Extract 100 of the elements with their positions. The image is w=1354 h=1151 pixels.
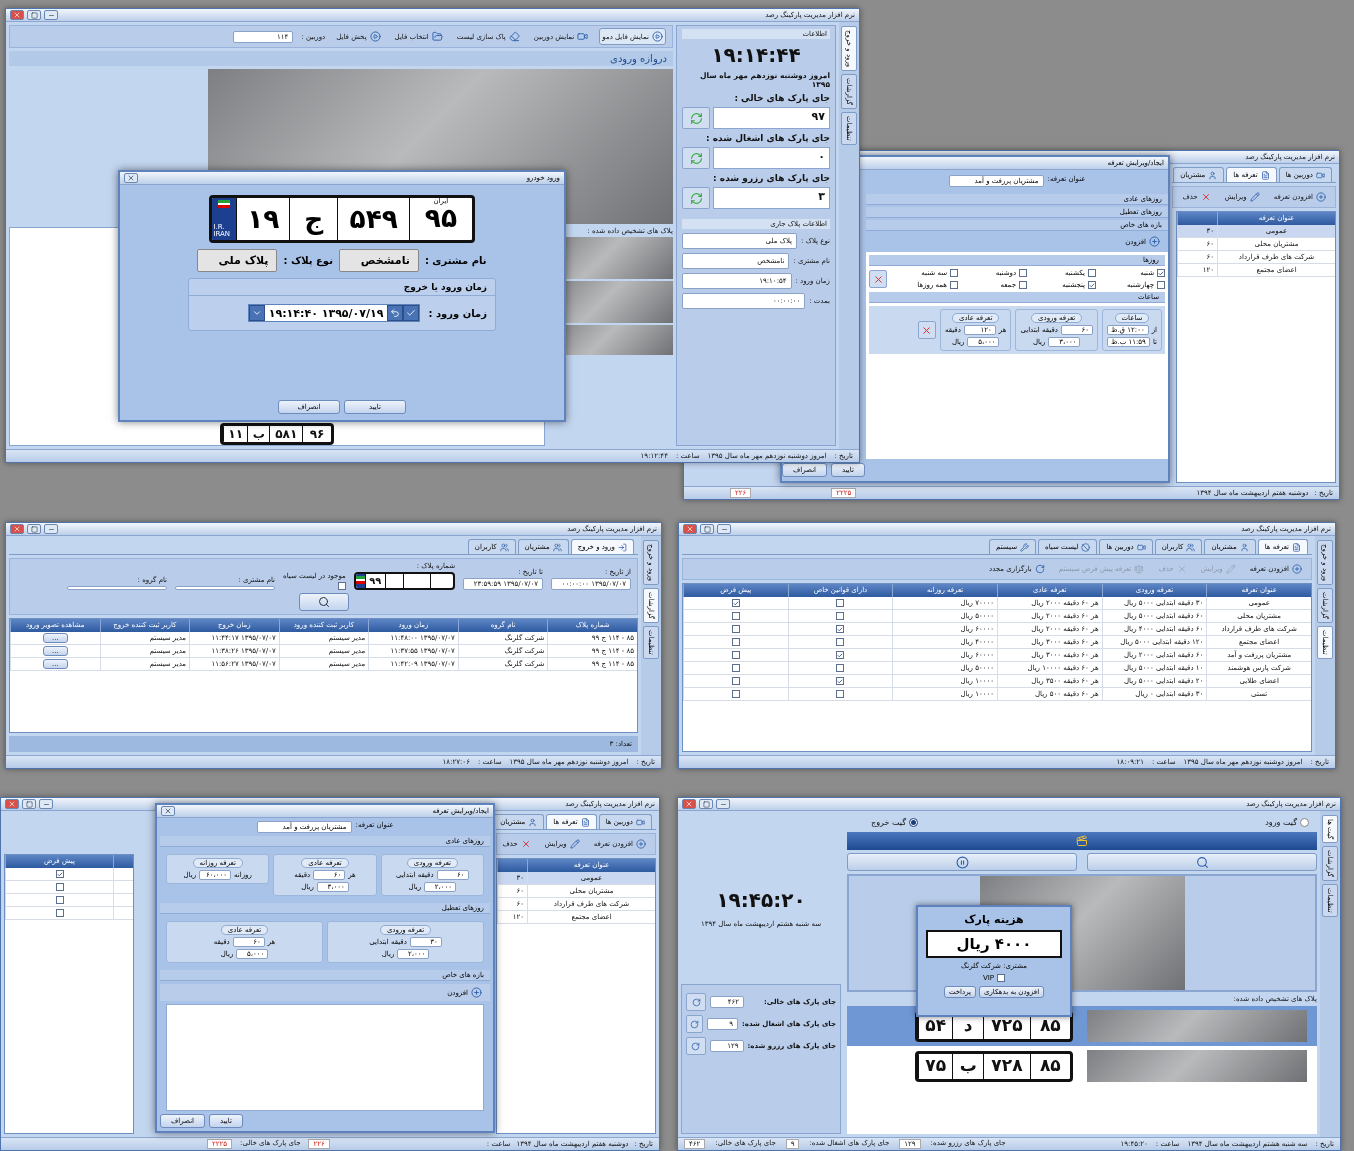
checkbox[interactable] xyxy=(731,625,740,633)
close-button[interactable] xyxy=(10,524,24,534)
tab-icon xyxy=(618,542,627,552)
delete-button[interactable] xyxy=(917,321,936,339)
section-header: زمان ورود یا خروج xyxy=(189,279,495,296)
field-label: زمان ورود : xyxy=(428,307,487,319)
eraser-icon xyxy=(508,31,520,42)
checkbox[interactable] xyxy=(731,612,740,620)
counter-value: ۰ xyxy=(713,147,830,169)
checkbox[interactable] xyxy=(731,664,740,672)
search-icon xyxy=(317,596,330,608)
pause-icon xyxy=(955,855,969,869)
close-button[interactable] xyxy=(682,799,696,809)
checkbox[interactable] xyxy=(836,612,845,620)
search-icon xyxy=(1195,855,1209,869)
checkbox[interactable] xyxy=(836,599,845,607)
tab-icon xyxy=(636,817,645,827)
tab-icon xyxy=(1260,170,1270,180)
minimize-button[interactable] xyxy=(39,799,53,809)
checkbox[interactable] xyxy=(731,599,740,607)
delete-icon xyxy=(520,839,531,849)
field-label: نوع پلاک : xyxy=(283,255,333,266)
checkbox[interactable] xyxy=(731,677,740,685)
checkbox[interactable] xyxy=(1157,281,1165,289)
radio-button[interactable] xyxy=(1300,818,1309,827)
maximize-button[interactable] xyxy=(27,10,41,20)
plate-letter: ب xyxy=(952,1053,984,1079)
checkbox[interactable] xyxy=(731,651,740,659)
refresh-icon xyxy=(691,1041,701,1051)
maximize-button[interactable] xyxy=(699,799,713,809)
refresh-icon xyxy=(691,997,701,1007)
checkbox[interactable] xyxy=(55,896,64,904)
search-button[interactable] xyxy=(298,593,349,611)
checkbox[interactable] xyxy=(1088,269,1096,277)
checkbox[interactable] xyxy=(997,974,1006,982)
close-button[interactable] xyxy=(10,10,24,20)
maximize-button[interactable] xyxy=(700,524,714,534)
minimize-button[interactable] xyxy=(44,524,58,534)
close-icon xyxy=(685,800,693,808)
checkbox[interactable] xyxy=(55,909,64,917)
counter-label: جای پارک های اشغال شده : xyxy=(705,133,830,143)
folder-icon xyxy=(431,31,443,42)
gate-header: دروازه ورودی xyxy=(9,51,673,66)
plate-digits: ۵۸۱ xyxy=(269,426,303,442)
checkbox[interactable] xyxy=(1019,281,1027,289)
datetime-picker[interactable]: ۱۳۹۵/۰۷/۱۹ ۱۹:۱۴:۴۰ xyxy=(247,304,421,322)
refresh-icon xyxy=(690,1019,700,1029)
plate-row[interactable]: ۵۴ د ۷۲۵ ۸۵ xyxy=(847,1006,1317,1046)
checkbox[interactable] xyxy=(1157,269,1165,277)
checkbox[interactable] xyxy=(55,870,64,878)
checkbox[interactable] xyxy=(836,651,845,659)
checkbox[interactable] xyxy=(836,677,845,685)
checkbox[interactable] xyxy=(950,269,958,277)
clapperboard-icon xyxy=(1076,835,1088,847)
maximize-icon xyxy=(30,11,38,19)
close-button[interactable] xyxy=(161,806,175,816)
minimize-button[interactable] xyxy=(44,10,58,20)
plate-type-field: پلاک ملی xyxy=(197,249,278,272)
maximize-button[interactable] xyxy=(27,524,41,534)
close-button[interactable] xyxy=(683,524,697,534)
checkbox[interactable] xyxy=(55,883,64,891)
minimize-button[interactable] xyxy=(716,799,730,809)
counter-label: جای پارک های رزرو شده : xyxy=(712,173,830,183)
close-button[interactable] xyxy=(124,173,138,183)
plate-digits: ۵۴۹ xyxy=(337,198,410,240)
checkbox[interactable] xyxy=(836,690,845,698)
text-field[interactable] xyxy=(67,586,168,590)
checkbox[interactable] xyxy=(337,582,346,590)
maximize-button[interactable] xyxy=(22,799,36,809)
checkbox[interactable] xyxy=(836,664,845,672)
close-icon xyxy=(164,807,172,815)
checkbox[interactable] xyxy=(1019,269,1027,277)
text-field[interactable] xyxy=(175,586,276,590)
add-icon xyxy=(1292,564,1302,574)
checkbox[interactable] xyxy=(836,625,845,633)
checkbox[interactable] xyxy=(731,690,740,698)
refresh-button[interactable] xyxy=(686,1015,704,1033)
check-icon xyxy=(406,308,417,318)
tab-icon xyxy=(499,542,509,552)
reload-icon xyxy=(1034,564,1045,574)
checkbox[interactable] xyxy=(950,281,958,289)
tab-icon xyxy=(580,817,590,827)
tab-icon xyxy=(1239,542,1249,552)
dropdown-icon xyxy=(251,308,262,318)
close-icon xyxy=(8,800,16,808)
checkbox[interactable] xyxy=(1088,281,1096,289)
tab-icon xyxy=(1292,542,1301,552)
maximize-icon xyxy=(702,800,710,808)
play-icon xyxy=(369,31,381,42)
checkbox[interactable] xyxy=(836,638,845,646)
tab-icon xyxy=(1208,170,1218,180)
refresh-icon xyxy=(689,191,703,205)
refresh-icon xyxy=(689,111,703,125)
plate-digits: ۱۱ xyxy=(223,426,248,442)
minimize-button[interactable] xyxy=(717,524,731,534)
region-code: ۹۵ xyxy=(424,205,457,232)
delete-button[interactable] xyxy=(869,270,887,288)
close-button[interactable] xyxy=(5,799,19,809)
radio-button[interactable] xyxy=(909,818,918,827)
checkbox[interactable] xyxy=(731,638,740,646)
